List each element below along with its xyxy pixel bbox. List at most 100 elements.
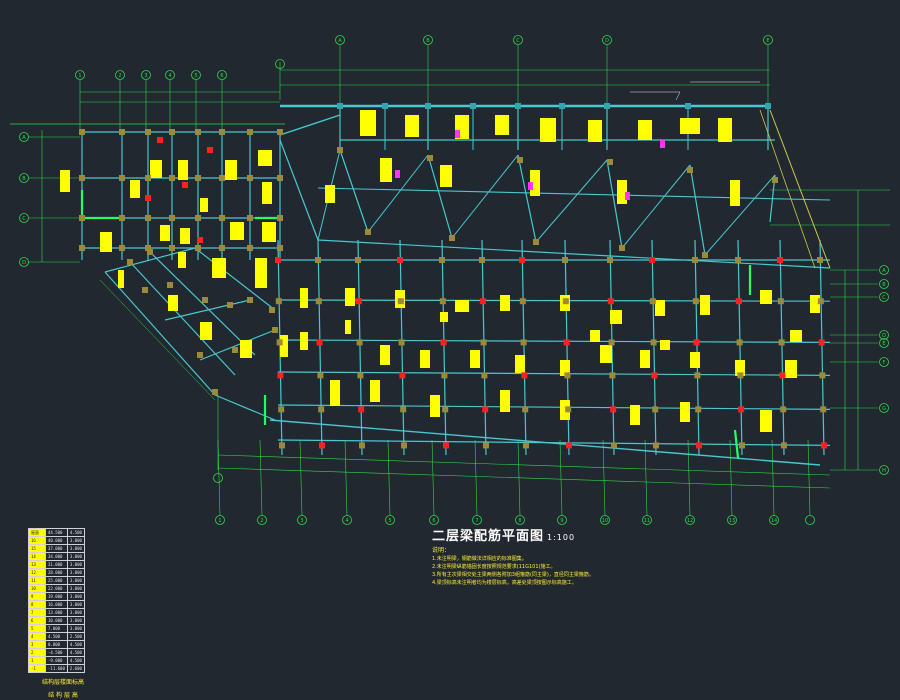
axis-bubble-label: 13 [729,518,735,524]
column [559,103,565,109]
beam-annotation [588,120,602,142]
column [272,327,278,333]
axis-bubble-label: 3 [300,518,303,524]
column [195,215,201,221]
column [359,442,365,449]
table-cell: 6 [28,616,46,625]
column [481,372,488,379]
table-row: 1 -9.000 4.500 [28,656,85,665]
beam-annotation [540,118,556,142]
table-cell: 1 [28,656,46,665]
column [315,298,322,305]
beam-line [317,239,831,269]
column [219,245,225,251]
column [522,406,529,413]
grid-axis-line [602,439,606,517]
column [564,372,571,379]
axis-bubble-label: 3 [144,73,147,79]
column [735,298,742,305]
column [610,406,617,413]
magenta-mark [660,140,665,148]
axis-bubble-label: A [882,268,886,274]
table-row: 9 19.000 3.000 [28,592,85,601]
column [562,257,568,263]
column [611,442,617,449]
beam-line [564,239,570,456]
column [609,372,616,379]
beam-annotation [440,312,448,322]
axis-bubble-label: D [22,260,26,266]
axis-bubble-label: C [516,38,520,44]
beam-annotation [200,322,212,340]
axis-bubble-label: 4 [345,518,348,524]
beam-annotation [370,380,380,402]
beam-annotation [590,330,600,342]
column [247,175,253,181]
column [357,372,364,379]
drawing-title-text: 二层梁配筋平面图 [432,529,545,544]
table-row: 屋面 44.500 4.500 [28,528,85,537]
table-cell: 9 [28,592,46,601]
table-cell: 15 [28,544,46,553]
beam-annotation [430,395,440,417]
table-cell: -9.000 [45,656,68,665]
column [817,298,824,305]
beam-annotation [230,222,244,240]
column [227,302,233,308]
axis-bubble-label: B [882,282,886,288]
beam-annotation [790,330,802,342]
column [278,406,285,413]
table-cell: -4.500 [45,648,68,657]
table-cell: 5 [28,624,46,633]
grid-axis-lines [10,45,890,517]
column [197,352,203,358]
column [355,298,362,305]
table-cell: 34.000 [45,552,68,561]
column [449,235,455,241]
beam-annotation [638,120,652,140]
grid-axis-line [771,439,775,517]
table-row: 8 16.000 3.000 [28,600,85,609]
column [195,245,201,251]
beam-annotation [262,222,276,242]
column [820,406,827,413]
beam-annotation [405,115,419,137]
beam-annotation [470,350,480,368]
column [519,298,526,305]
column [739,442,745,449]
table-cell: 3.000 [66,552,85,561]
column [427,155,433,161]
table-cell: 10.000 [45,616,68,625]
note-line: 4.梁顶标高未注明者均为楼层标高，高差处梁顶按图示标高施工。 [432,580,577,586]
table-row: 7 13.000 3.000 [28,608,85,617]
table-cell: 3.000 [66,576,85,585]
beam-lines [80,104,831,466]
beam-annotation [700,295,710,315]
beam-annotation [160,225,170,241]
beam-line [441,239,447,456]
column [147,249,153,255]
table-caption-2: 结 构 层 高 [48,692,78,699]
column [202,297,208,303]
column [315,257,321,263]
column [397,298,404,305]
grid-axis-line [474,439,478,517]
beam-annotation [380,158,392,182]
axis-bubble-label: 1 [218,518,221,524]
column [736,339,743,346]
table-cell: 2.500 [66,632,85,641]
column [182,182,188,188]
column [607,298,614,305]
table-cell: 屋面 [28,528,46,537]
axis-bubble-label: B [426,38,430,44]
table-cell: 3.000 [66,560,85,569]
beam-line [481,239,487,456]
beam-annotation [262,182,272,204]
beam-line [689,164,706,256]
axis-bubble-label: 11 [644,518,650,524]
beam-annotation [730,180,740,206]
table-cell: 4.500 [66,528,85,537]
magenta-mark [395,170,400,178]
table-cell: 4.500 [66,640,85,649]
column [119,175,125,181]
